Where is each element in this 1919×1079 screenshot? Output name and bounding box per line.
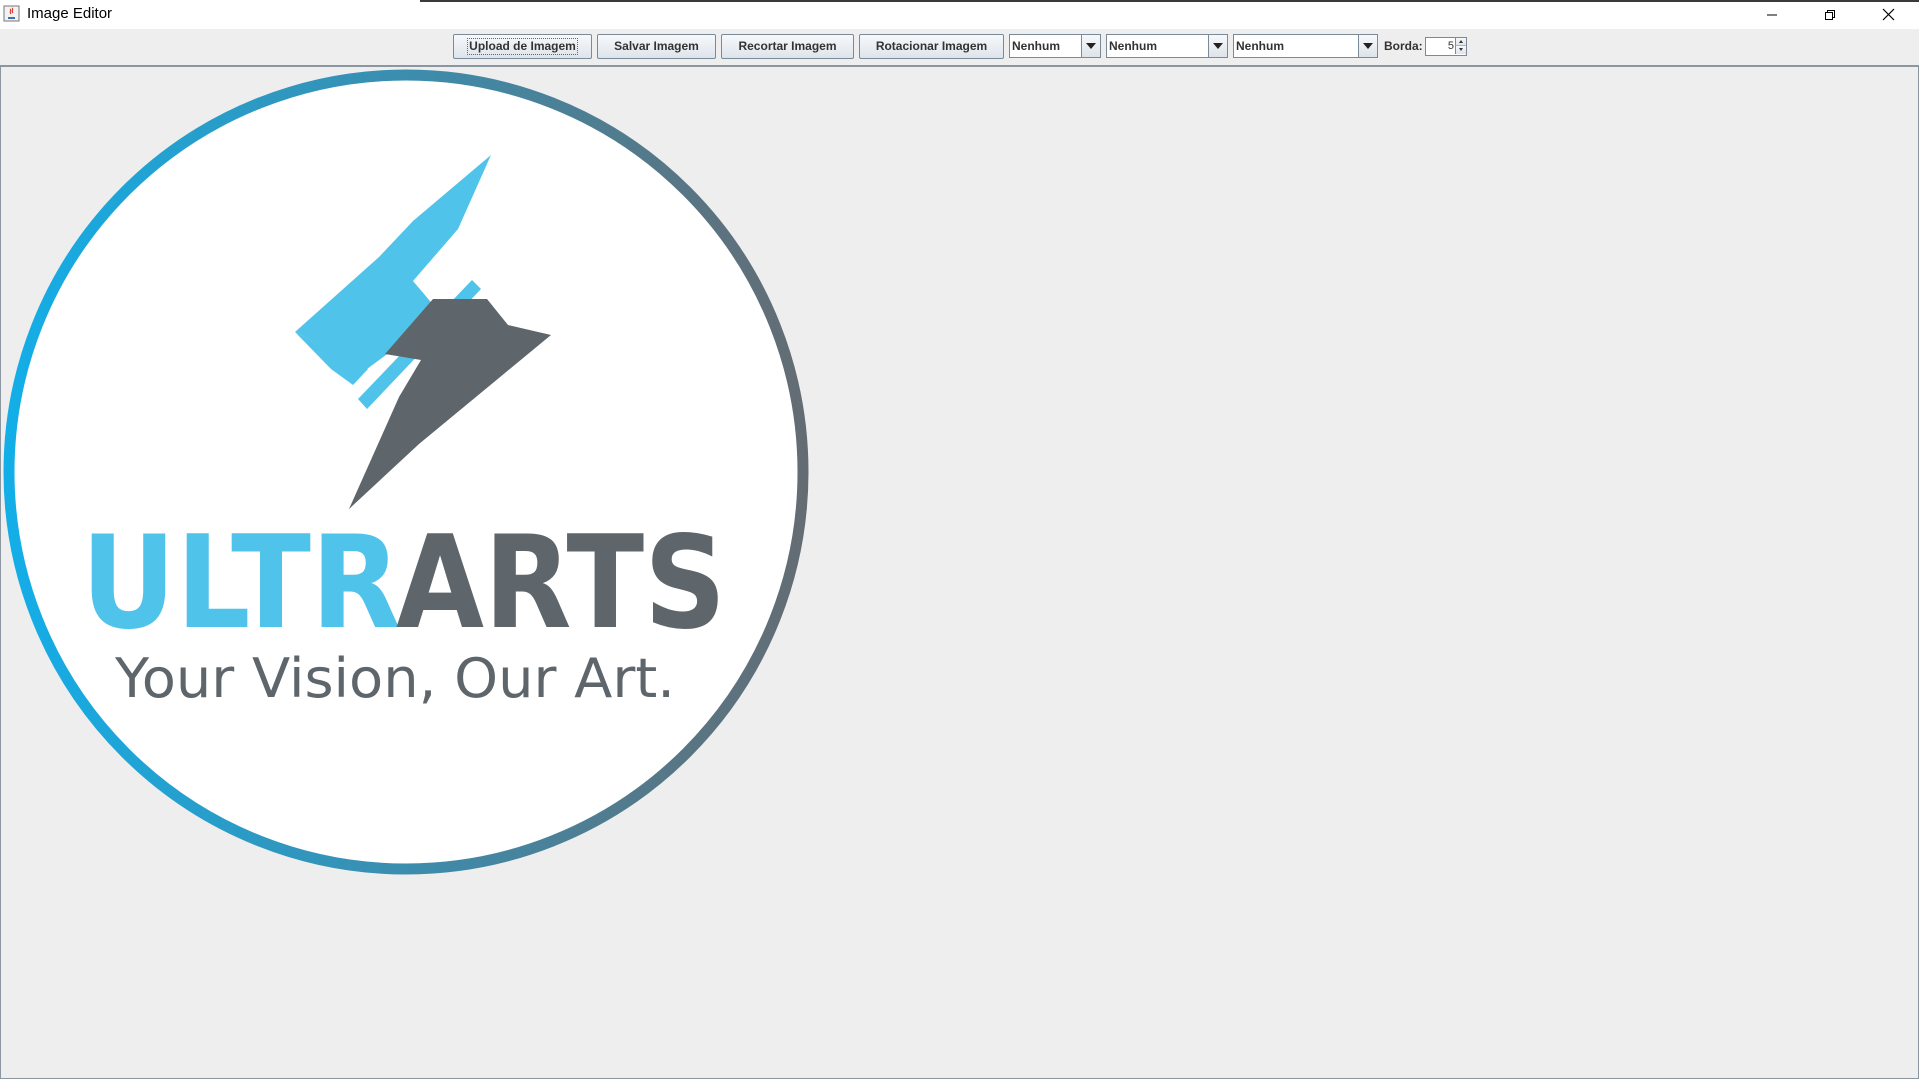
chevron-down-icon[interactable]: [1358, 35, 1377, 57]
image-canvas[interactable]: ULTR ARTS Your Vision, Our Art.: [0, 65, 1919, 1079]
chevron-down-icon[interactable]: [1081, 35, 1100, 57]
logo-brand-right: ARTS: [396, 509, 726, 658]
logo-circle: [3, 69, 809, 875]
title-bar-accent: [420, 0, 1919, 2]
image-editor-window: Image Editor Upload de Imagem Salvar Ima…: [0, 0, 1919, 1079]
border-width-spinner[interactable]: 5: [1425, 37, 1467, 56]
border-label: Borda:: [1384, 39, 1423, 53]
filter-select-2-value: Nenhum: [1109, 39, 1157, 53]
logo-brand-left: ULTR: [81, 509, 401, 658]
border-width-value[interactable]: 5: [1448, 38, 1454, 55]
restore-icon: [1825, 9, 1835, 20]
filter-select-1[interactable]: Nenhum: [1009, 34, 1101, 58]
filter-select-2[interactable]: Nenhum: [1106, 34, 1228, 58]
chevron-down-icon[interactable]: [1208, 35, 1227, 57]
filter-select-1-value: Nenhum: [1012, 39, 1060, 53]
close-button[interactable]: [1859, 0, 1917, 29]
upload-image-button[interactable]: Upload de Imagem: [453, 34, 592, 59]
upload-image-label: Upload de Imagem: [467, 38, 578, 55]
minimize-icon: [1767, 14, 1777, 15]
java-app-icon: [3, 5, 20, 22]
restore-button[interactable]: [1801, 0, 1859, 29]
title-bar[interactable]: Image Editor: [0, 0, 1919, 29]
save-image-button[interactable]: Salvar Imagem: [597, 34, 716, 59]
minimize-button[interactable]: [1743, 0, 1801, 29]
crop-image-button[interactable]: Recortar Imagem: [721, 34, 854, 59]
filter-select-3-value: Nenhum: [1236, 39, 1284, 53]
rotate-image-button[interactable]: Rotacionar Imagem: [859, 34, 1004, 59]
toolbar: Upload de Imagem Salvar Imagem Recortar …: [0, 29, 1919, 65]
close-icon: [1882, 8, 1894, 21]
spinner-up-icon[interactable]: [1455, 38, 1466, 46]
window-title: Image Editor: [27, 5, 113, 22]
spinner-down-icon[interactable]: [1455, 46, 1466, 54]
logo-tagline: Your Vision, Our Art.: [114, 647, 675, 710]
loaded-image: ULTR ARTS Your Vision, Our Art.: [3, 69, 809, 875]
filter-select-3[interactable]: Nenhum: [1233, 34, 1378, 58]
